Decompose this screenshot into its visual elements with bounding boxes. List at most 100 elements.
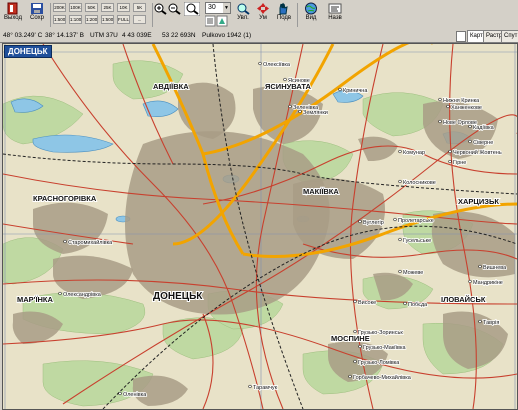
region-badge: ДОНЕЦЬК: [4, 45, 52, 58]
zoom-select[interactable]: 30 ▼: [205, 2, 231, 14]
town-label: Вуглегір: [363, 220, 384, 226]
settlement-dot: [398, 237, 402, 242]
settlement-dot: [398, 149, 402, 154]
town-label: Нове Орлове: [443, 120, 477, 126]
zoom-out-button[interactable]: [168, 1, 181, 28]
town-label: Тарамчук: [253, 385, 278, 391]
town-label: Червоний Жовтень: [453, 149, 502, 156]
scale-button[interactable]: 25K: [101, 3, 114, 12]
town-label: Кринична: [343, 88, 368, 94]
city-label: ДОНЕЦЬК: [153, 291, 203, 302]
view-mode-buttons: [204, 15, 229, 27]
settlement-dot: [403, 301, 407, 306]
settlement-dot: [478, 319, 482, 324]
tab-satellite[interactable]: Спут: [501, 30, 518, 43]
city-label: ІЛОВАЙСЬК: [441, 295, 486, 304]
hand-icon: [279, 2, 288, 15]
town-label: Можеве: [403, 270, 423, 276]
easting-readout: 4 43 039E: [122, 32, 152, 39]
settlement-dot: [448, 159, 452, 164]
scale-button[interactable]: 100K: [69, 3, 82, 12]
coordinate-bar: 48° 03.249' С 38° 14.137' В UTM 37U 4 43…: [0, 30, 518, 43]
town-label: Старомихайлівка: [68, 239, 113, 246]
town-label: Кадіївка: [473, 125, 495, 131]
town-label: Ясинове: [288, 78, 310, 84]
city-label: МАР'ЇНКА: [17, 295, 54, 304]
scale-button[interactable]: 1:1000: [69, 15, 82, 24]
settlement-dot: [338, 87, 342, 92]
separator: [297, 3, 298, 27]
settlement-dot: [398, 179, 402, 184]
zoom-label-button[interactable]: Увл.: [234, 1, 252, 28]
scale-button[interactable]: ...: [133, 15, 146, 24]
save-button[interactable]: Сохр: [26, 1, 48, 28]
scale-button[interactable]: FULL: [117, 15, 130, 24]
map-view[interactable]: АВДІЇВКА ЯСИНУВАТА МАКІЇВКА КРАСНОГОРІВКА ДО…: [2, 43, 518, 410]
search-button[interactable]: [182, 1, 202, 28]
zoom-in-icon: [154, 3, 167, 15]
town-label: Оленівка: [123, 392, 147, 398]
tag-icon: [328, 3, 342, 14]
settlement-dot: [348, 374, 352, 379]
town-label: Високе: [358, 300, 376, 306]
town-label: Пролетарське: [398, 218, 434, 224]
chevron-down-icon: ▼: [223, 3, 230, 13]
datum-readout: Pulkovo 1942 (1): [202, 32, 252, 39]
settlement-dot: [446, 104, 450, 109]
town-label: Землянки: [303, 110, 328, 116]
zoom-in-button[interactable]: [154, 1, 167, 28]
settlement-dot: [478, 264, 482, 269]
town-label: Нижня Кринка: [443, 98, 480, 104]
zoom-out-icon: [168, 3, 181, 15]
town-label: Гірне: [453, 160, 466, 166]
city-label: КРАСНОГОРІВКА: [33, 194, 97, 203]
scale-button[interactable]: 200K: [53, 3, 66, 12]
town-label: Олександрівка: [63, 292, 102, 298]
settlement-dot: [353, 359, 357, 364]
city-label: МАКІЇВКА: [303, 187, 339, 196]
settlement-dot: [468, 139, 472, 144]
search-icon: [184, 2, 200, 16]
zoom-out-label-button[interactable]: Ум: [254, 1, 272, 28]
settlement-dot: [438, 119, 442, 124]
settlement-dot: [468, 279, 472, 284]
pan-button[interactable]: Подв: [274, 1, 294, 28]
names-button[interactable]: Назв: [324, 1, 346, 28]
latitude-readout: 48° 03.249' С: [3, 32, 43, 39]
map-canvas[interactable]: АВДІЇВКА ЯСИНУВАТАМАКІЇВКАКРАСНОГОРІВКАДО…: [3, 44, 517, 409]
town-label: Побєда: [408, 302, 428, 308]
layers-icon[interactable]: [204, 15, 229, 27]
town-label: Грузько-Зоринськ: [358, 330, 403, 336]
scale-button[interactable]: 10K: [117, 3, 130, 12]
utm-zone: UTM 37U: [90, 32, 118, 39]
settlement-dot: [358, 219, 362, 224]
town-label: Вишнева: [483, 265, 507, 271]
toolbar: Выход Сохр 200K 100K 50K 25K 10K 5K 1:500 1:100…: [0, 0, 518, 31]
scale-button[interactable]: 1:500: [53, 15, 66, 24]
settlement-dot: [398, 269, 402, 274]
settlement-dot: [353, 329, 357, 334]
settlement-dot: [248, 384, 252, 389]
town-label: Ханженкове: [451, 105, 482, 111]
settlement-dot: [258, 61, 262, 66]
arrows-icon: [257, 3, 269, 14]
separator: [50, 3, 51, 27]
settlement-dot: [58, 291, 62, 296]
scale-button[interactable]: 1:5000: [101, 15, 114, 24]
town-label: Грузько-Макіївка: [363, 345, 406, 351]
save-icon: [31, 3, 43, 14]
view-button[interactable]: Вид: [300, 1, 322, 28]
settlement-dot: [118, 391, 122, 396]
town-label: Комунар: [403, 150, 425, 156]
town-label: Колосникове: [403, 180, 436, 186]
settlement-dot: [438, 97, 442, 102]
layer-toggle-icon[interactable]: [456, 31, 466, 42]
settlement-dot: [353, 299, 357, 304]
scale-button[interactable]: 1:2000: [85, 15, 98, 24]
longitude-readout: 38° 14.137' В: [45, 32, 84, 39]
scale-button[interactable]: 50K: [85, 3, 98, 12]
town-label: Горбачево-Михайлівка: [353, 374, 412, 381]
scale-button[interactable]: 5K: [133, 3, 146, 12]
exit-button[interactable]: Выход: [2, 1, 24, 28]
settlement-dot: [283, 77, 287, 82]
